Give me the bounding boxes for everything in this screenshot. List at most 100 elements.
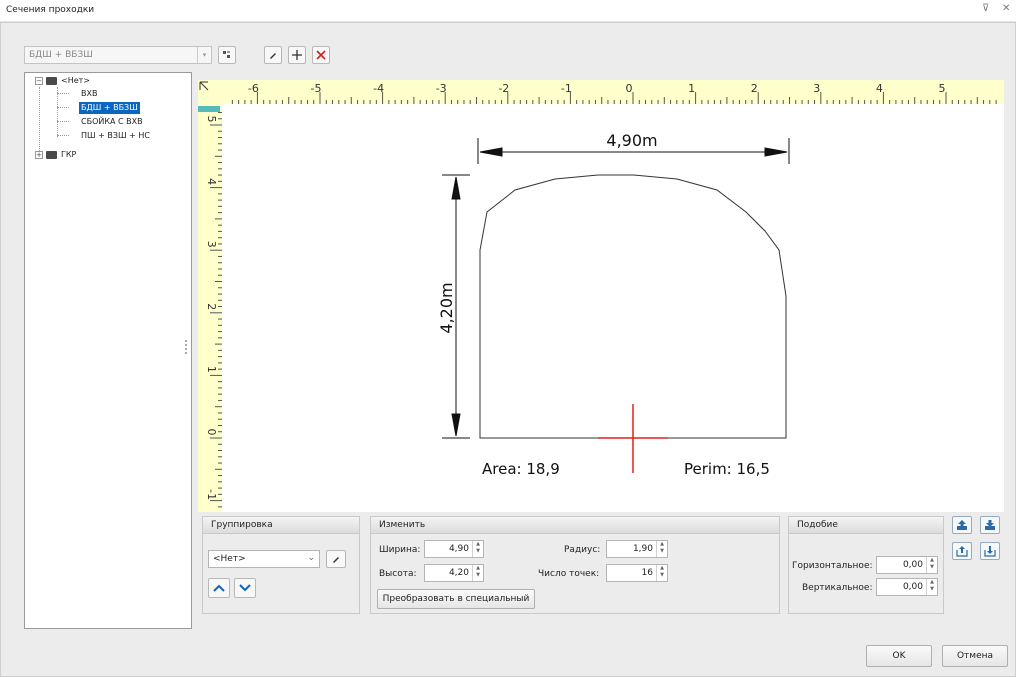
section-tree[interactable]: − <Нет> ВХВ БДШ + ВБЗШ СБОЙКА С ВХВ ПШ +… <box>24 72 192 629</box>
ruler-x-label: -4 <box>373 82 384 95</box>
section-select-value: БДШ + ВБЗШ <box>29 50 93 60</box>
area-label: Area: 18,9 <box>482 460 560 478</box>
title-bar: Сечения проходки ⊽ ✕ <box>0 0 1016 22</box>
convert-special-button[interactable]: Преобразовать в специальный <box>377 589 535 609</box>
ruler-x-label: -2 <box>498 82 509 95</box>
delete-icon <box>316 50 326 60</box>
tree-item-sboyka[interactable]: СБОЙКА С ВХВ <box>81 116 143 128</box>
chevron-down-icon <box>239 584 251 592</box>
points-field-label: Число точек: <box>538 569 600 579</box>
upload-icon <box>957 520 967 530</box>
ruler-y-label: 1 <box>205 366 218 373</box>
splitter-grip[interactable] <box>185 340 187 354</box>
height-label: 4,20m <box>437 282 456 333</box>
chevron-down-icon[interactable]: ⌄ <box>307 553 315 563</box>
origin-cross <box>598 404 668 473</box>
width-spinbox[interactable]: 4,90 ▲ ▼ <box>424 540 484 558</box>
similarity-title: Подобие <box>789 517 943 534</box>
spin-arrows-icon[interactable]: ▲ ▼ <box>472 541 483 557</box>
grouping-select-value: <Нет> <box>213 554 246 564</box>
ruler-x-label: 1 <box>688 82 695 95</box>
vertical-spinbox[interactable]: 0,00 ▲ ▼ <box>876 578 938 596</box>
radius-field-label: Радиус: <box>564 545 601 555</box>
tunnel-profile <box>479 174 787 439</box>
tree-view-button[interactable] <box>218 46 236 64</box>
section-select[interactable]: БДШ + ВБЗШ ▾ <box>24 46 212 64</box>
section-canvas[interactable]: -6 -5 -4 -3 -2 -1 0 1 2 3 4 5 5 4 3 2 1 0 -1 4,90m 4,20m <box>198 80 1004 512</box>
plus-icon <box>292 50 302 60</box>
edit-button[interactable] <box>264 46 282 64</box>
move-up-button[interactable] <box>208 578 230 598</box>
upload-button[interactable] <box>952 516 972 534</box>
folder-icon <box>46 151 57 159</box>
height-spinbox[interactable]: 4,20 ▲ ▼ <box>424 564 484 582</box>
ruler-y-label: -1 <box>205 489 218 500</box>
window-title: Сечения проходки <box>6 5 95 15</box>
ruler-x-label: -1 <box>561 82 572 95</box>
tree-item-bdsh-vbzsh[interactable]: БДШ + ВБЗШ <box>79 102 140 114</box>
ruler-x-label: -3 <box>436 82 447 95</box>
ok-button[interactable]: OK <box>866 645 932 667</box>
spin-arrows-icon[interactable]: ▲ ▼ <box>926 579 937 595</box>
ruler-x-label: -5 <box>311 82 322 95</box>
ruler-x-label: 4 <box>876 82 883 95</box>
expand-icon[interactable]: + <box>35 151 43 159</box>
add-button[interactable] <box>288 46 306 64</box>
chevron-up-icon <box>213 584 225 592</box>
ruler-y-label: 2 <box>205 303 218 310</box>
close-icon[interactable]: ✕ <box>1002 3 1010 14</box>
tree-icon <box>223 51 230 58</box>
spin-arrows-icon[interactable]: ▲ ▼ <box>656 565 667 581</box>
grouping-title: Группировка <box>203 517 359 534</box>
width-value: 4,90 <box>448 544 469 554</box>
width-field-label: Ширина: <box>379 545 421 555</box>
tree-root-none[interactable]: <Нет> <box>61 75 90 87</box>
horizontal-value: 0,00 <box>902 560 923 570</box>
ruler-x-label: 0 <box>626 82 633 95</box>
grouping-edit-button[interactable] <box>326 550 346 568</box>
ruler-x-label: -6 <box>248 82 259 95</box>
ruler-y-label: 3 <box>205 241 218 248</box>
chevron-down-icon[interactable]: ▾ <box>197 47 211 63</box>
import-icon <box>984 546 996 557</box>
horizontal-spinbox[interactable]: 0,00 ▲ ▼ <box>876 556 938 574</box>
cancel-button[interactable]: Отмена <box>942 645 1008 667</box>
export-icon <box>956 546 968 557</box>
modify-title: Изменить <box>371 517 779 534</box>
spin-arrows-icon[interactable]: ▲ ▼ <box>656 541 667 557</box>
tree-item-vhv[interactable]: ВХВ <box>81 88 97 100</box>
height-field-label: Высота: <box>379 569 417 579</box>
ruler-y-label: 4 <box>205 178 218 185</box>
tree-item-gkr[interactable]: ГКР <box>61 149 76 161</box>
width-label: 4,90m <box>606 131 657 150</box>
points-value: 16 <box>641 568 653 578</box>
points-spinbox[interactable]: 16 ▲ ▼ <box>606 564 668 582</box>
collapse-icon[interactable]: − <box>35 77 43 85</box>
radius-spinbox[interactable]: 1,90 ▲ ▼ <box>606 540 668 558</box>
radius-value: 1,90 <box>632 544 653 554</box>
vertical-value: 0,00 <box>902 582 923 592</box>
grouping-select[interactable]: <Нет> ⌄ <box>208 550 320 568</box>
ruler-y-label: 5 <box>205 116 218 123</box>
delete-button[interactable] <box>312 46 330 64</box>
export-button[interactable] <box>952 542 972 560</box>
ruler-x-label: 3 <box>813 82 820 95</box>
move-down-button[interactable] <box>234 578 256 598</box>
pin-icon[interactable]: ⊽ <box>982 3 989 14</box>
ruler-x-label: 5 <box>939 82 946 95</box>
import-button[interactable] <box>980 542 1000 560</box>
vertical-field-label: Вертикальное: <box>802 583 873 593</box>
tree-item-psh[interactable]: ПШ + ВЗШ + НС <box>81 130 150 142</box>
download-icon <box>985 520 995 530</box>
ruler-x-label: 2 <box>751 82 758 95</box>
folder-icon <box>46 77 57 85</box>
pencil-icon <box>333 557 339 563</box>
spin-arrows-icon[interactable]: ▲ ▼ <box>472 565 483 581</box>
section-drawing[interactable]: -6 -5 -4 -3 -2 -1 0 1 2 3 4 5 5 4 3 2 1 0 -1 4,90m 4,20m <box>198 80 1004 512</box>
spin-arrows-icon[interactable]: ▲ ▼ <box>926 557 937 573</box>
ruler-marker <box>198 106 220 112</box>
download-button[interactable] <box>980 516 1000 534</box>
height-value: 4,20 <box>448 568 469 578</box>
pencil-icon <box>270 53 276 59</box>
horizontal-field-label: Горизонтальное: <box>792 561 873 571</box>
